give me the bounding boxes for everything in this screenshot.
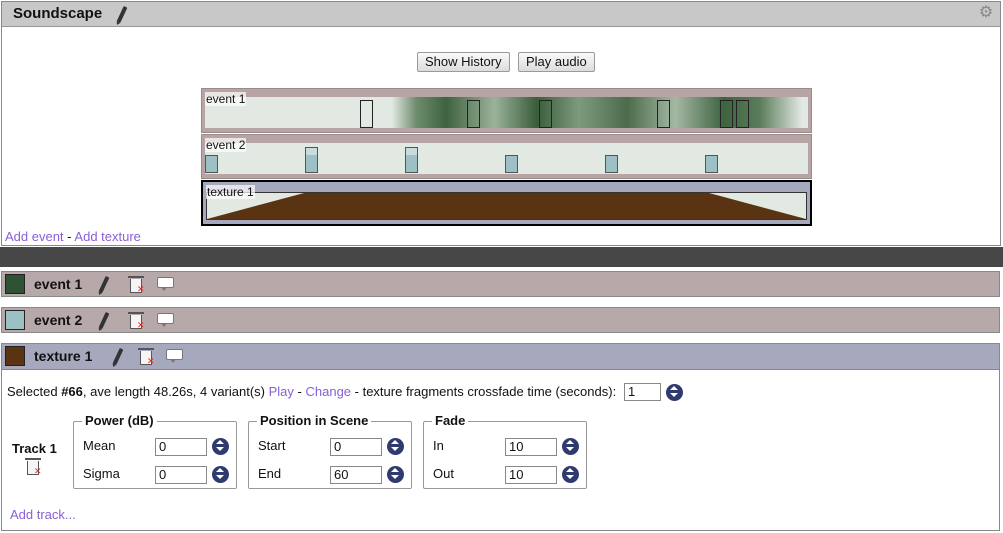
comment-icon[interactable]	[166, 349, 183, 363]
sigma-label: Sigma	[83, 466, 120, 481]
track-label: texture 1	[206, 185, 255, 199]
event-2-marker[interactable]	[205, 155, 218, 173]
event-1-marker[interactable]	[539, 100, 552, 128]
mean-input[interactable]: 0	[155, 438, 207, 456]
trash-icon[interactable]	[138, 348, 155, 367]
fade-out-stepper[interactable]	[562, 466, 579, 483]
add-texture-link[interactable]: Add texture	[74, 229, 141, 244]
fade-legend: Fade	[432, 413, 469, 428]
track-label: event 2	[205, 138, 247, 152]
selected-prefix: Selected	[7, 384, 62, 399]
event-1-marker[interactable]	[657, 100, 670, 128]
add-event-link[interactable]: Add event	[5, 229, 64, 244]
add-links: Add event - Add texture	[5, 229, 141, 244]
play-link[interactable]: Play	[269, 384, 294, 399]
item-title: event 2	[34, 312, 83, 328]
edit-pencil-icon[interactable]	[116, 5, 128, 24]
event-1-waveform	[205, 97, 808, 128]
timeline-track-event-1[interactable]: event 1	[201, 88, 812, 133]
edit-pencil-icon[interactable]	[98, 275, 110, 294]
play-audio-button[interactable]: Play audio	[518, 52, 595, 72]
trash-icon[interactable]	[128, 276, 145, 295]
item-panel-event-2[interactable]: event 2	[1, 307, 1000, 333]
event-1-marker[interactable]	[467, 100, 480, 128]
color-swatch[interactable]	[5, 310, 25, 330]
item-header: texture 1	[2, 344, 999, 370]
divider-bar	[0, 247, 1003, 267]
event-1-marker[interactable]	[736, 100, 749, 128]
item-title: texture 1	[34, 348, 93, 364]
event-2-marker[interactable]	[305, 147, 318, 173]
change-link[interactable]: Change	[305, 384, 351, 399]
selection-info: Selected #66, ave length 48.26s, 4 varia…	[7, 384, 616, 399]
event-2-marker[interactable]	[405, 147, 418, 173]
separator: -	[293, 384, 306, 399]
fade-fieldset: Fade In 10 Out 10	[423, 413, 587, 489]
track-1-label: Track 1	[12, 441, 57, 456]
crossfade-input[interactable]: 1	[624, 383, 661, 401]
end-stepper[interactable]	[387, 466, 404, 483]
trash-icon[interactable]	[25, 458, 42, 477]
trash-icon[interactable]	[128, 312, 145, 331]
soundscape-title: Soundscape	[13, 5, 103, 22]
selected-id: #66	[61, 384, 83, 399]
position-fieldset: Position in Scene Start 0 End 60	[248, 413, 412, 489]
power-fieldset: Power (dB) Mean 0 Sigma 0	[73, 413, 237, 489]
fade-out-input[interactable]: 10	[505, 466, 557, 484]
event-2-marker[interactable]	[505, 155, 518, 173]
start-input[interactable]: 0	[330, 438, 382, 456]
add-track-link[interactable]: Add track...	[10, 507, 76, 522]
event-2-marker[interactable]	[605, 155, 618, 173]
item-panel-texture-1: texture 1 Selected #66, ave length 48.26…	[1, 343, 1000, 531]
comment-icon[interactable]	[157, 313, 174, 327]
mean-stepper[interactable]	[212, 438, 229, 455]
mean-label: Mean	[83, 438, 116, 453]
gear-icon[interactable]: ⚙	[978, 5, 994, 21]
item-panel-event-1[interactable]: event 1	[1, 271, 1000, 297]
end-input[interactable]: 60	[330, 466, 382, 484]
start-label: Start	[258, 438, 286, 453]
item-title: event 1	[34, 276, 83, 292]
texture-1-envelope	[207, 193, 806, 219]
position-legend: Position in Scene	[257, 413, 372, 428]
soundscape-panel: Soundscape ⚙ Show History Play audio eve…	[1, 1, 1001, 246]
soundscape-header: Soundscape ⚙	[2, 2, 1000, 27]
track-label: event 1	[205, 92, 247, 106]
timeline-track-texture-1[interactable]: texture 1	[201, 180, 812, 226]
start-stepper[interactable]	[387, 438, 404, 455]
edit-pencil-icon[interactable]	[98, 311, 110, 330]
edit-pencil-icon[interactable]	[112, 347, 124, 366]
fade-in-input[interactable]: 10	[505, 438, 557, 456]
crossfade-stepper[interactable]	[666, 384, 683, 401]
item-header: event 1	[2, 272, 999, 297]
event-2-marker[interactable]	[705, 155, 718, 173]
sigma-input[interactable]: 0	[155, 466, 207, 484]
comment-icon[interactable]	[157, 277, 174, 291]
fade-in-label: In	[433, 438, 444, 453]
crossfade-label: - texture fragments crossfade time (seco…	[351, 384, 617, 399]
color-swatch[interactable]	[5, 346, 25, 366]
event-1-marker[interactable]	[720, 100, 733, 128]
sigma-stepper[interactable]	[212, 466, 229, 483]
event-1-marker[interactable]	[360, 100, 373, 128]
fade-in-stepper[interactable]	[562, 438, 579, 455]
selected-info: , ave length 48.26s, 4 variant(s)	[82, 384, 269, 399]
end-label: End	[258, 466, 282, 481]
separator: -	[67, 229, 72, 244]
show-history-button[interactable]: Show History	[417, 52, 510, 72]
power-legend: Power (dB)	[82, 413, 157, 428]
texture-1-lane	[206, 192, 807, 220]
timeline-track-event-2[interactable]: event 2	[201, 134, 812, 179]
fade-out-label: Out	[433, 466, 454, 481]
color-swatch[interactable]	[5, 274, 25, 294]
item-header: event 2	[2, 308, 999, 333]
